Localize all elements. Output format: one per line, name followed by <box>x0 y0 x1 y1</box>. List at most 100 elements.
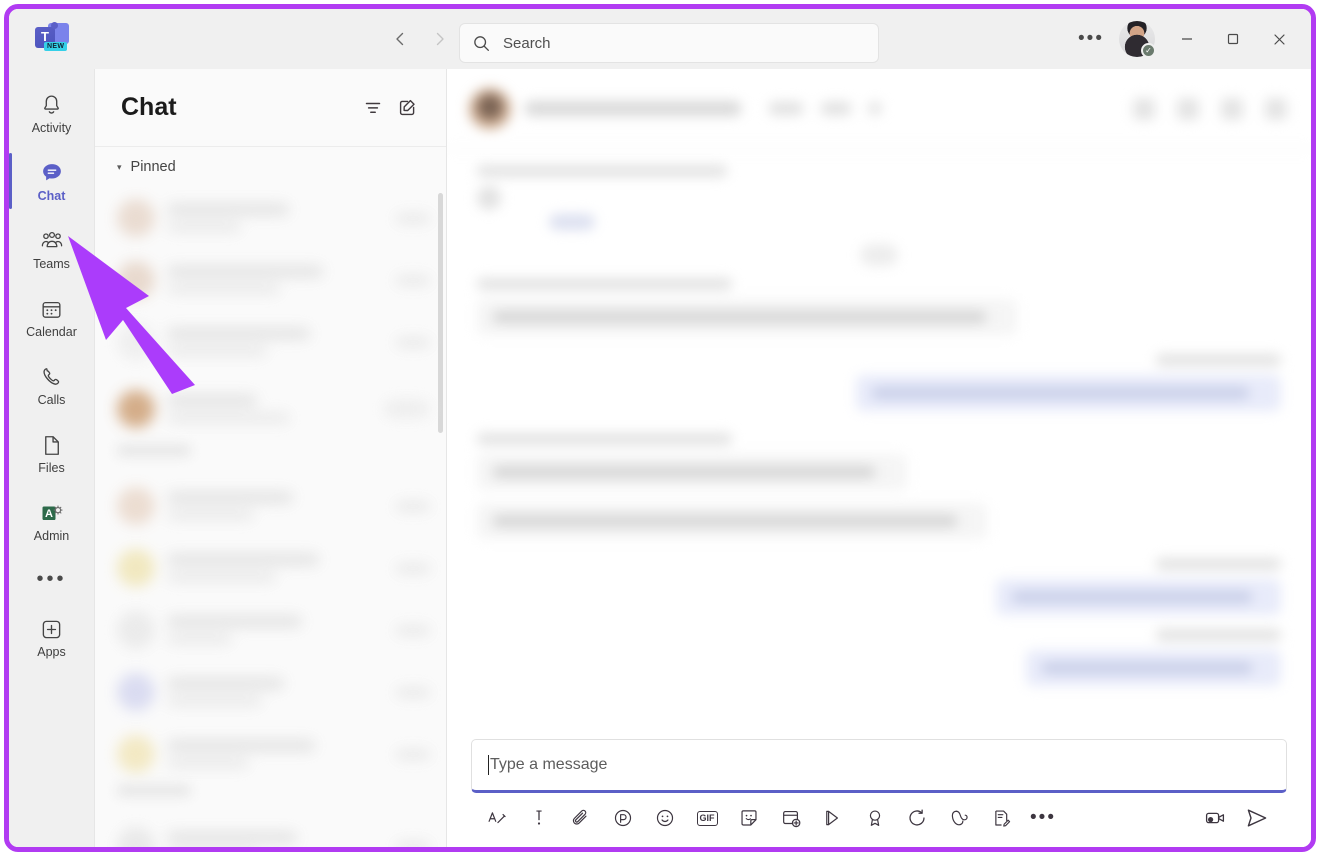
new-chat-icon[interactable] <box>390 91 424 125</box>
page-title: Chat <box>121 93 177 121</box>
list-item[interactable] <box>95 311 446 373</box>
emoji-icon[interactable] <box>645 799 685 837</box>
add-people-icon[interactable] <box>1133 97 1155 120</box>
list-item[interactable] <box>95 815 446 847</box>
chat-list-header: Chat <box>95 69 446 147</box>
sidebar-item-calendar[interactable]: Calendar <box>15 283 89 351</box>
pinned-section-header[interactable]: ▾ Pinned <box>95 147 446 187</box>
sidebar-item-label: Activity <box>31 120 72 135</box>
list-item[interactable] <box>95 723 446 785</box>
sidebar-item-label: Teams <box>33 256 70 271</box>
sidebar-item-activity[interactable]: Activity <box>15 79 89 147</box>
list-item[interactable] <box>95 249 446 311</box>
message-input[interactable]: Type a message <box>471 739 1287 793</box>
new-badge: NEW <box>44 42 68 51</box>
message-group <box>477 558 1281 615</box>
message-bubble-outgoing[interactable] <box>856 375 1281 411</box>
sidebar-more-button[interactable]: ••• <box>15 555 89 603</box>
app-rail: Activity Chat Teams Calendar Calls Files… <box>9 69 95 847</box>
forward-button[interactable] <box>427 26 453 52</box>
message-bubble-outgoing[interactable] <box>1026 650 1281 686</box>
copilot-icon[interactable] <box>939 799 979 837</box>
minimize-button[interactable] <box>1165 20 1209 58</box>
message-group <box>477 425 1281 544</box>
list-item[interactable] <box>95 537 446 599</box>
gif-icon[interactable]: GIF <box>687 799 727 837</box>
reaction-pill[interactable] <box>860 244 898 266</box>
conversation-tabs <box>769 102 881 115</box>
audio-call-icon[interactable] <box>1221 97 1243 120</box>
loop-icon[interactable] <box>603 799 643 837</box>
more-options-icon[interactable]: ••• <box>1023 799 1063 837</box>
approvals-icon[interactable] <box>897 799 937 837</box>
list-item[interactable] <box>95 661 446 723</box>
schedule-meeting-icon[interactable] <box>771 799 811 837</box>
sidebar-item-label: Calendar <box>26 324 77 339</box>
tab-chat[interactable] <box>769 102 803 115</box>
bell-icon <box>39 92 64 118</box>
avatar[interactable]: ✓ <box>1119 21 1156 58</box>
conversation-panel: Type a message GIF ••• <box>447 69 1311 847</box>
teams-logo-icon: NEW <box>35 22 69 55</box>
calendar-icon <box>39 296 64 322</box>
sidebar-item-label: Calls <box>37 392 66 407</box>
phone-icon <box>39 364 64 390</box>
close-button[interactable] <box>1257 20 1301 58</box>
window-controls: ••• ✓ <box>1069 9 1301 69</box>
format-icon[interactable] <box>477 799 517 837</box>
sidebar-item-admin[interactable]: A Admin <box>15 487 89 555</box>
forms-icon[interactable] <box>981 799 1021 837</box>
message-placeholder: Type a message <box>490 756 608 773</box>
conversation-avatar[interactable] <box>469 87 511 130</box>
message-list[interactable] <box>447 149 1311 729</box>
titlebar-more-button[interactable]: ••• <box>1069 20 1113 58</box>
video-message-icon[interactable] <box>1195 799 1235 837</box>
list-item[interactable] <box>95 599 446 661</box>
sidebar-item-label: Admin <box>33 528 70 543</box>
maximize-button[interactable] <box>1211 20 1255 58</box>
nav-arrows <box>387 26 453 52</box>
search-placeholder: Search <box>503 34 551 52</box>
status-badge: ✓ <box>1141 43 1156 58</box>
teams-window: NEW Search ••• <box>4 4 1316 852</box>
attach-icon[interactable] <box>561 799 601 837</box>
stream-icon[interactable] <box>813 799 853 837</box>
text-cursor <box>488 755 489 775</box>
message-bubble-incoming[interactable] <box>477 299 1017 335</box>
list-section-divider <box>95 785 446 815</box>
sidebar-item-teams[interactable]: Teams <box>15 215 89 283</box>
list-item[interactable] <box>95 475 446 537</box>
title-bar: NEW Search ••• <box>9 9 1311 69</box>
sidebar-item-label: Chat <box>37 188 66 203</box>
filter-icon[interactable] <box>356 91 390 125</box>
conversation-title <box>525 101 741 116</box>
tab-files[interactable] <box>821 102 851 115</box>
sidebar-more-label: ••• <box>36 568 67 590</box>
list-item[interactable] <box>95 373 446 445</box>
list-item[interactable] <box>95 187 446 249</box>
chevron-down-icon: ▾ <box>117 161 122 172</box>
send-icon[interactable] <box>1237 799 1277 837</box>
message-badge <box>549 214 595 230</box>
message-bubble-outgoing[interactable] <box>996 579 1281 615</box>
message-group <box>477 278 1281 340</box>
gif-label: GIF <box>696 810 718 826</box>
video-call-icon[interactable] <box>1177 97 1199 120</box>
message-group <box>477 165 1281 230</box>
conversation-more-icon[interactable] <box>1265 97 1287 120</box>
back-button[interactable] <box>387 26 413 52</box>
chat-list-scroll[interactable] <box>95 187 446 847</box>
tab-add[interactable] <box>869 102 881 115</box>
sidebar-item-chat[interactable]: Chat <box>9 147 89 215</box>
sticker-icon[interactable] <box>729 799 769 837</box>
sidebar-item-calls[interactable]: Calls <box>15 351 89 419</box>
search-input[interactable]: Search <box>459 23 879 63</box>
message-bubble-incoming[interactable] <box>477 454 907 490</box>
message-bubble-incoming[interactable] <box>477 503 987 539</box>
praise-icon[interactable] <box>855 799 895 837</box>
important-icon[interactable] <box>519 799 559 837</box>
sidebar-item-apps[interactable]: Apps <box>15 603 89 671</box>
sidebar-item-files[interactable]: Files <box>15 419 89 487</box>
chat-list-panel: Chat ▾ Pinned <box>95 69 447 847</box>
admin-icon: A <box>39 500 65 526</box>
